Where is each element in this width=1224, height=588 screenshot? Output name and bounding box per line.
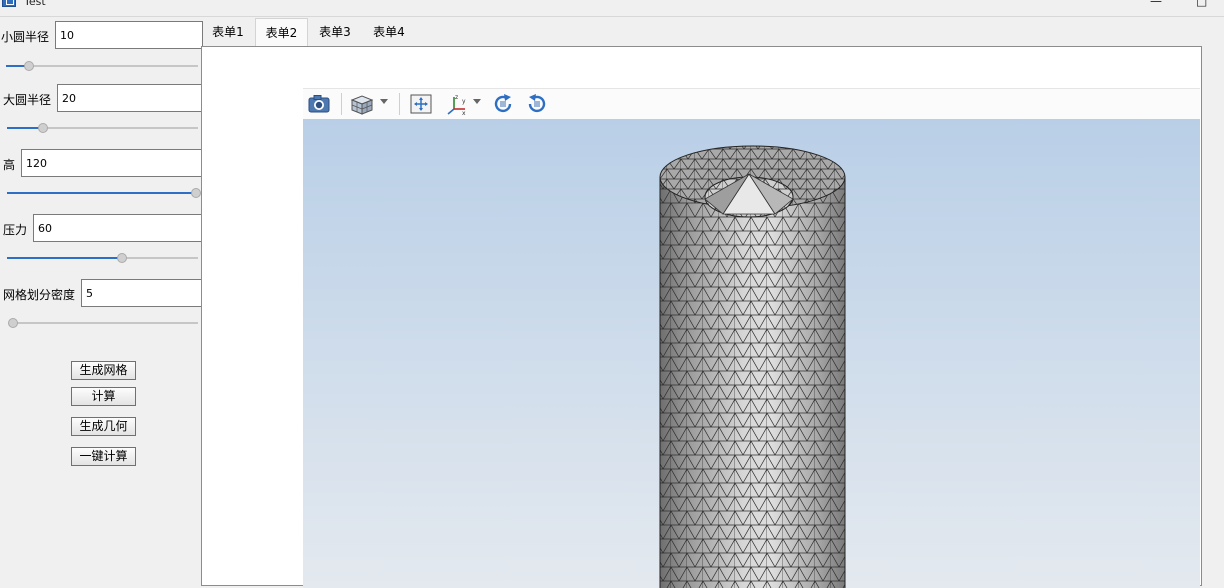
minimize-button[interactable]: —: [1150, 0, 1162, 8]
mesh-density-label: 网格划分密度: [3, 288, 76, 302]
svg-text:z: z: [455, 94, 458, 101]
axes-dropdown-icon[interactable]: [473, 99, 481, 104]
pressure-input[interactable]: [33, 214, 203, 242]
slider-thumb[interactable]: [116, 253, 127, 263]
view-dropdown-icon[interactable]: [380, 99, 388, 104]
svg-text:x: x: [462, 110, 466, 116]
mesh-density-input[interactable]: [81, 279, 203, 307]
window-title: Test: [24, 0, 46, 8]
slider-track: [6, 65, 198, 67]
camera-icon[interactable]: [307, 92, 331, 116]
viewer-toolbar: z y x: [303, 88, 1200, 120]
3d-viewer: z y x: [303, 88, 1200, 588]
mesh-model: [659, 145, 846, 588]
outer-radius-slider[interactable]: [7, 122, 198, 134]
svg-text:y: y: [462, 98, 466, 105]
slider-thumb[interactable]: [24, 61, 35, 71]
tab-form-3[interactable]: 表单3: [308, 18, 362, 46]
rotate-ccw-icon[interactable]: [525, 92, 549, 116]
tab-form-4[interactable]: 表单4: [362, 18, 416, 46]
axes-icon[interactable]: z y x: [445, 92, 469, 117]
inner-radius-label: 小圆半径: [1, 30, 50, 44]
height-slider[interactable]: [7, 187, 201, 199]
pressure-label: 压力: [3, 223, 28, 237]
generate-geometry-button[interactable]: 生成几何: [71, 417, 136, 436]
generate-mesh-button[interactable]: 生成网格: [71, 361, 136, 380]
slider-fill: [7, 192, 196, 194]
maximize-button[interactable]: □: [1196, 0, 1207, 8]
app-icon: [2, 0, 16, 7]
slider-track: [9, 322, 198, 324]
height-label: 高: [3, 158, 16, 172]
title-bar: Test — □: [0, 0, 1224, 17]
rotate-cw-icon[interactable]: [491, 92, 515, 116]
view-cube-icon[interactable]: [349, 92, 375, 116]
toolbar-separator: [341, 93, 342, 115]
tab-form-2[interactable]: 表单2: [255, 18, 308, 46]
one-click-compute-button[interactable]: 一键计算: [71, 447, 136, 466]
outer-radius-input[interactable]: [57, 84, 203, 112]
slider-thumb[interactable]: [38, 123, 49, 133]
toolbar-separator: [399, 93, 400, 115]
mesh-density-slider[interactable]: [7, 317, 198, 329]
inner-radius-slider[interactable]: [6, 60, 198, 72]
3d-canvas[interactable]: [303, 119, 1200, 588]
compute-button[interactable]: 计算: [71, 387, 136, 406]
pressure-slider[interactable]: [7, 252, 198, 264]
height-input[interactable]: [21, 149, 203, 177]
outer-radius-label: 大圆半径: [3, 93, 52, 107]
slider-thumb[interactable]: [191, 188, 201, 198]
tab-form-1[interactable]: 表单1: [201, 18, 255, 46]
slider-thumb[interactable]: [7, 318, 18, 328]
fit-all-icon[interactable]: [409, 92, 433, 116]
slider-fill: [7, 257, 122, 259]
inner-radius-input[interactable]: [55, 21, 203, 49]
